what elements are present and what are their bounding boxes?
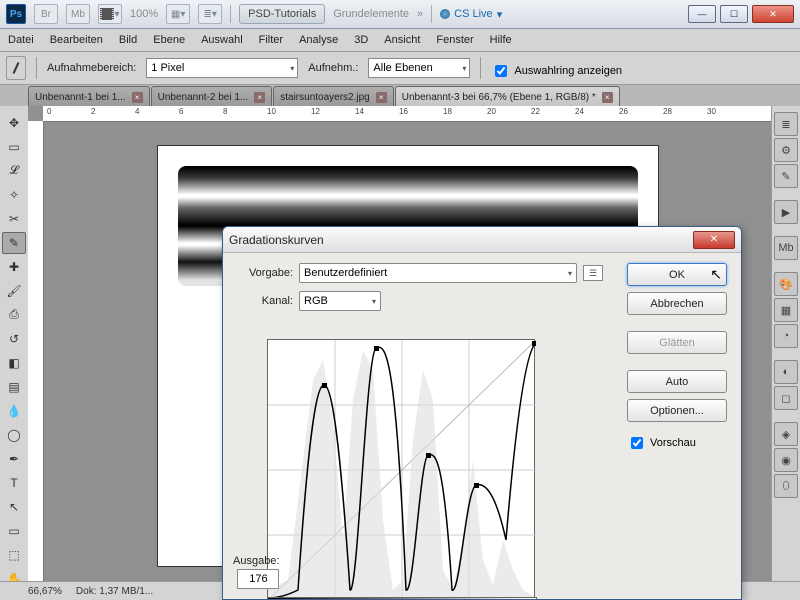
menu-filter[interactable]: Filter [259, 34, 283, 46]
tool-presets-icon[interactable]: ✎ [774, 164, 798, 188]
history-brush-tool[interactable]: ↺ [2, 328, 26, 350]
styles-panel-icon[interactable]: ◔ [774, 324, 798, 348]
close-tab-icon[interactable]: × [602, 92, 613, 103]
minimize-button[interactable]: — [688, 5, 716, 23]
channel-label: Kanal: [237, 295, 293, 307]
actions-panel-icon[interactable]: ⚙ [774, 138, 798, 162]
bridge-button[interactable]: Br [34, 4, 58, 24]
curves-graph[interactable] [267, 339, 535, 599]
dialog-titlebar[interactable]: Gradationskurven ✕ [223, 227, 741, 253]
sample-layers-select[interactable]: Alle Ebenen [368, 58, 470, 78]
photoshop-app-icon[interactable]: Ps [6, 4, 26, 24]
history-panel-icon[interactable]: ≣ [774, 112, 798, 136]
gradient-tool[interactable]: ▤ [2, 376, 26, 398]
adjustments-panel-icon[interactable]: ◐ [774, 360, 798, 384]
swatches-panel-icon[interactable]: ▦ [774, 298, 798, 322]
paths-panel-icon[interactable]: ⬯ [774, 474, 798, 498]
sample-size-select[interactable]: 1 Pixel [146, 58, 298, 78]
cslive-button[interactable]: CS Live ▾ [440, 8, 502, 21]
screen-mode-button[interactable]: ▦▾ [166, 4, 190, 24]
extras-button[interactable]: ≣▾ [198, 4, 222, 24]
current-tool-icon[interactable] [6, 56, 26, 80]
output-value-input[interactable] [237, 569, 279, 589]
eyedropper-tool[interactable]: ✎ [2, 232, 26, 254]
masks-panel-icon[interactable]: ◻ [774, 386, 798, 410]
curves-dialog: Gradationskurven ✕ Vorgabe: Benutzerdefi… [222, 226, 742, 600]
output-label: Ausgabe: [233, 555, 279, 567]
play-icon[interactable]: ▶ [774, 200, 798, 224]
status-doc-size[interactable]: Dok: 1,37 MB/1... [76, 586, 153, 597]
path-tool[interactable]: ↖ [2, 496, 26, 518]
type-tool[interactable]: T [2, 472, 26, 494]
preset-menu-icon[interactable]: ☰ [583, 265, 603, 281]
options-button[interactable]: Optionen... [627, 399, 727, 422]
close-tab-icon[interactable]: × [254, 92, 265, 103]
arrange-docs-button[interactable]: ▾ [98, 4, 122, 24]
workspace-psd-tutorials[interactable]: PSD-Tutorials [239, 4, 325, 24]
crop-tool[interactable]: ✂ [2, 208, 26, 230]
right-panel-dock: ≣ ⚙ ✎ ▶ Mb 🎨 ▦ ◔ ◐ ◻ ◈ ◉ ⬯ [771, 106, 800, 582]
menu-fenster[interactable]: Fenster [436, 34, 473, 46]
preset-select[interactable]: Benutzerdefiniert [299, 263, 577, 283]
cancel-button[interactable]: Abbrechen [627, 292, 727, 315]
workspace-grundelemente[interactable]: Grundelemente [333, 8, 409, 20]
maximize-button[interactable]: ☐ [720, 5, 748, 23]
menu-bild[interactable]: Bild [119, 34, 137, 46]
menu-auswahl[interactable]: Auswahl [201, 34, 243, 46]
doc-tab-2[interactable]: Unbenannt-2 bei 1...× [151, 86, 273, 107]
channels-panel-icon[interactable]: ◉ [774, 448, 798, 472]
mb-panel-icon[interactable]: Mb [774, 236, 798, 260]
dodge-tool[interactable]: ◯ [2, 424, 26, 446]
menu-hilfe[interactable]: Hilfe [490, 34, 512, 46]
doc-tab-1[interactable]: Unbenannt-1 bei 1...× [28, 86, 150, 107]
channel-select[interactable]: RGB [299, 291, 381, 311]
zoom-level[interactable]: 100% [130, 8, 158, 20]
sample-label: Aufnehm.: [308, 62, 358, 74]
marquee-tool[interactable]: ▭ [2, 136, 26, 158]
ruler-vertical[interactable] [28, 121, 44, 582]
sample-size-label: Aufnahmebereich: [47, 62, 136, 74]
menu-ebene[interactable]: Ebene [153, 34, 185, 46]
stamp-tool[interactable]: ⎙ [2, 304, 26, 326]
blur-tool[interactable]: 💧 [2, 400, 26, 422]
close-tab-icon[interactable]: × [376, 92, 387, 103]
move-tool[interactable]: ✥ [2, 112, 26, 134]
wand-tool[interactable]: ✧ [2, 184, 26, 206]
heal-tool[interactable]: ✚ [2, 256, 26, 278]
ruler-horizontal[interactable]: 024681012141618202224262830 [43, 106, 772, 122]
menu-ansicht[interactable]: Ansicht [384, 34, 420, 46]
preview-checkbox[interactable]: Vorschau [627, 434, 727, 452]
close-tab-icon[interactable]: × [132, 92, 143, 103]
color-panel-icon[interactable]: 🎨 [774, 272, 798, 296]
menu-3d[interactable]: 3D [354, 34, 368, 46]
menu-bearbeiten[interactable]: Bearbeiten [50, 34, 103, 46]
preset-label: Vorgabe: [237, 267, 293, 279]
menu-datei[interactable]: Datei [8, 34, 34, 46]
arrange-icon [100, 8, 114, 20]
dialog-close-button[interactable]: ✕ [693, 231, 735, 249]
minibridge-button[interactable]: Mb [66, 4, 90, 24]
brush-tool[interactable]: 🖌 [2, 280, 26, 302]
workspace-more-icon[interactable]: » [417, 8, 423, 20]
smooth-button[interactable]: Glätten [627, 331, 727, 354]
lasso-tool[interactable]: 𝓛 [2, 160, 26, 182]
ok-button[interactable]: OK [627, 263, 727, 286]
pen-tool[interactable]: ✒ [2, 448, 26, 470]
eraser-tool[interactable]: ◧ [2, 352, 26, 374]
main-menu: Datei Bearbeiten Bild Ebene Auswahl Filt… [0, 29, 800, 52]
shape-tool[interactable]: ▭ [2, 520, 26, 542]
doc-tab-4[interactable]: Unbenannt-3 bei 66,7% (Ebene 1, RGB/8) *… [395, 86, 620, 107]
3d-tool[interactable]: ⬚ [2, 544, 26, 566]
tools-panel: ✥ ▭ 𝓛 ✧ ✂ ✎ ✚ 🖌 ⎙ ↺ ◧ ▤ 💧 ◯ ✒ T ↖ ▭ ⬚ ✋ [0, 106, 29, 582]
dialog-title: Gradationskurven [229, 233, 324, 247]
doc-tab-3[interactable]: stairsuntoayers2.jpg× [273, 86, 394, 107]
sampling-ring-checkbox[interactable]: Auswahlring anzeigen [491, 62, 622, 80]
status-zoom[interactable]: 66,67% [28, 586, 62, 597]
cslive-icon [440, 9, 450, 19]
menu-analyse[interactable]: Analyse [299, 34, 338, 46]
layers-panel-icon[interactable]: ◈ [774, 422, 798, 446]
close-button[interactable]: ✕ [752, 5, 794, 23]
auto-button[interactable]: Auto [627, 370, 727, 393]
